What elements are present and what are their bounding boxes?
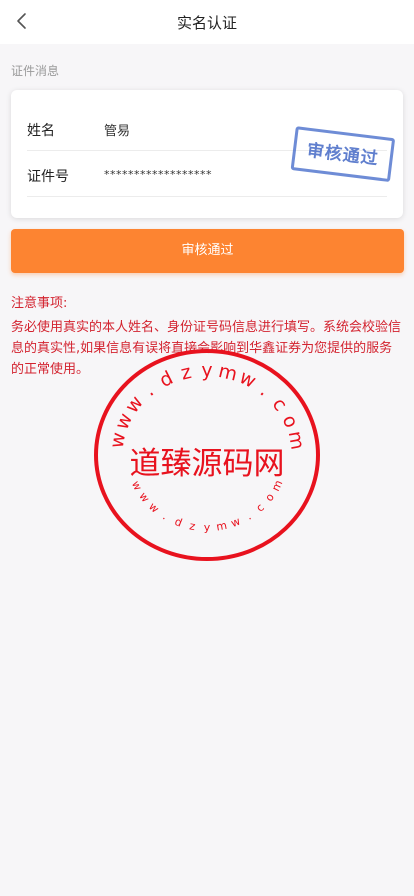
section-label: 证件消息 [11,64,60,78]
watermark-ring-char: o [278,412,303,431]
watermark-ring-char: . [256,380,275,401]
watermark-ring-char: w [229,515,242,530]
watermark-ring-bottom: www. d z y m w .com [129,478,285,534]
watermark-ring-char: m [284,429,309,451]
page-title: 实名认证 [176,14,237,32]
nav-bar: 实名认证 [0,0,414,44]
name-label: 姓名 [27,123,55,139]
watermark-ring-char: c [253,501,266,515]
watermark-ring-char: . [244,510,254,523]
id-number-label: 证件号 [27,169,69,185]
watermark-center-text: 道臻源码网 [130,446,285,482]
watermark-ring-char: d [173,515,184,530]
watermark-ring-char: w [121,392,148,418]
id-info-card: 姓名 管易 证件号 ****************** 审核通过 [11,90,403,218]
id-number-value: ****************** [104,168,212,181]
watermark-ring-char: w [106,431,130,450]
watermark-ring-char: w [146,500,161,516]
watermark-ring-char: z [188,519,196,533]
approved-button[interactable]: 审核通过 [11,229,404,273]
watermark-ring-char: w [136,490,152,505]
name-value: 管易 [104,124,131,139]
watermark-ring-char: c [268,394,292,416]
watermark-ring-char: . [139,380,158,401]
watermark-ring-char: . [160,510,170,523]
watermark-ring-char: w [129,479,145,493]
notice-title: 注意事项: [11,296,68,311]
watermark-ring-char: y [204,521,211,534]
watermark-seal: www.d z y mw.com www. d z y m w .com 道臻源码网 [94,349,320,561]
watermark-ring-char: o [263,491,278,504]
watermark-ring-char: m [269,478,285,493]
notice-text: 务必使用真实的本人姓名、身份证号码信息进行填写。系统会校验信息的真实性,如果信息… [11,320,402,377]
watermark-ring-char: m [215,519,228,534]
watermark-ring-char: w [111,410,137,433]
